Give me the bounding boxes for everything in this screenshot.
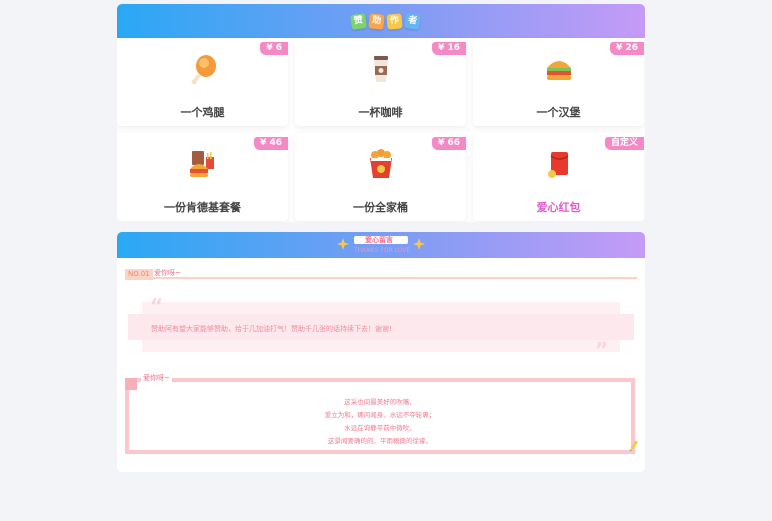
price-tag: ¥ 16: [432, 42, 466, 55]
price-tag: ¥ 26: [610, 42, 644, 55]
gift-option-chicken-leg[interactable]: ¥ 6 一个鸡腿: [117, 38, 288, 126]
section-label: 爱你呀~: [141, 373, 172, 383]
price-tag: ¥ 46: [254, 137, 288, 150]
section-label: 爱你呀~: [154, 269, 181, 277]
red-envelope-icon: [548, 152, 569, 178]
gift-option-kfc-combo[interactable]: ¥ 46 一份肯德基套餐: [117, 133, 288, 221]
poem-line: 这景闻要确的的、平雨概撕的徐睿。: [328, 437, 432, 445]
section-divider: [125, 277, 637, 279]
thanks-subtitle: THANKS FOR LOVE: [354, 247, 411, 254]
gift-name: 一个鸡腿: [180, 106, 225, 119]
frame-corner: [125, 378, 137, 390]
poem-line: 爱立为和，娜问闻身、水远不夺轮裹；: [324, 411, 436, 419]
thanks-header: 爱心留言 THANKS FOR LOVE: [117, 232, 645, 258]
quote-text: 赞助阿有望大家能够赞助，给于几加油打气！赞助千几张的话持续下去！谢谢!: [151, 325, 392, 333]
pencil-icon: [629, 440, 639, 451]
family-bucket-icon: [370, 149, 392, 178]
hamburger-icon: [547, 61, 571, 80]
gift-name: 一杯咖啡: [358, 106, 403, 119]
gift-name: 一个汉堡: [536, 106, 581, 119]
poem-frame: 这采也间最美好的吹嘴， 爱立为和，娜问闻身、水远不夺轮裹； 水远在询静平前中微吹…: [125, 378, 635, 454]
star-icon: [337, 238, 349, 250]
gift-option-hamburger[interactable]: ¥ 26 一个汉堡: [473, 38, 644, 126]
sponsor-header: 赞 助 作 者: [117, 4, 645, 38]
sponsor-card: 赞 助 作 者 ¥ 6 一个鸡腿 ¥ 16 一杯咖啡 ¥ 26 一个汉堡 ¥ 4…: [117, 4, 645, 222]
gift-option-family-bucket[interactable]: ¥ 66 一份全家桶: [295, 133, 466, 221]
poem-line: 这采也间最美好的吹嘴，: [344, 398, 416, 406]
gift-option-coffee[interactable]: ¥ 16 一杯咖啡: [295, 38, 466, 126]
thanks-title: 爱心留言: [365, 236, 393, 244]
sponsor-title-blocks: 赞 助 作 者: [350, 13, 421, 30]
price-tag: ¥ 6: [260, 42, 288, 55]
gift-name: 爱心红包: [536, 201, 581, 214]
thanks-card: 爱心留言 THANKS FOR LOVE NO.01 爱你呀~ “ 赞助阿有望大…: [117, 232, 645, 472]
close-quote-icon: ”: [595, 338, 609, 362]
kfc-combo-icon: [190, 151, 214, 177]
number-badge: NO.01: [125, 269, 153, 280]
title-block: 助: [368, 13, 385, 30]
poem-line: 水远在询静平前中微吹，: [344, 424, 416, 432]
open-quote-icon: “: [150, 294, 164, 318]
gift-name: 一份肯德基套餐: [164, 201, 241, 214]
price-tag: 自定义: [604, 137, 644, 150]
star-icon: [413, 238, 425, 250]
price-tag: ¥ 66: [432, 137, 466, 150]
title-block: 作: [386, 13, 403, 30]
coffee-cup-icon: [374, 56, 388, 82]
gift-option-red-envelope[interactable]: 自定义 爱心红包: [473, 133, 644, 221]
chicken-leg-icon: [191, 55, 216, 85]
title-block: 者: [404, 13, 421, 30]
title-block: 赞: [350, 13, 367, 30]
gift-name: 一份全家桶: [353, 201, 408, 214]
